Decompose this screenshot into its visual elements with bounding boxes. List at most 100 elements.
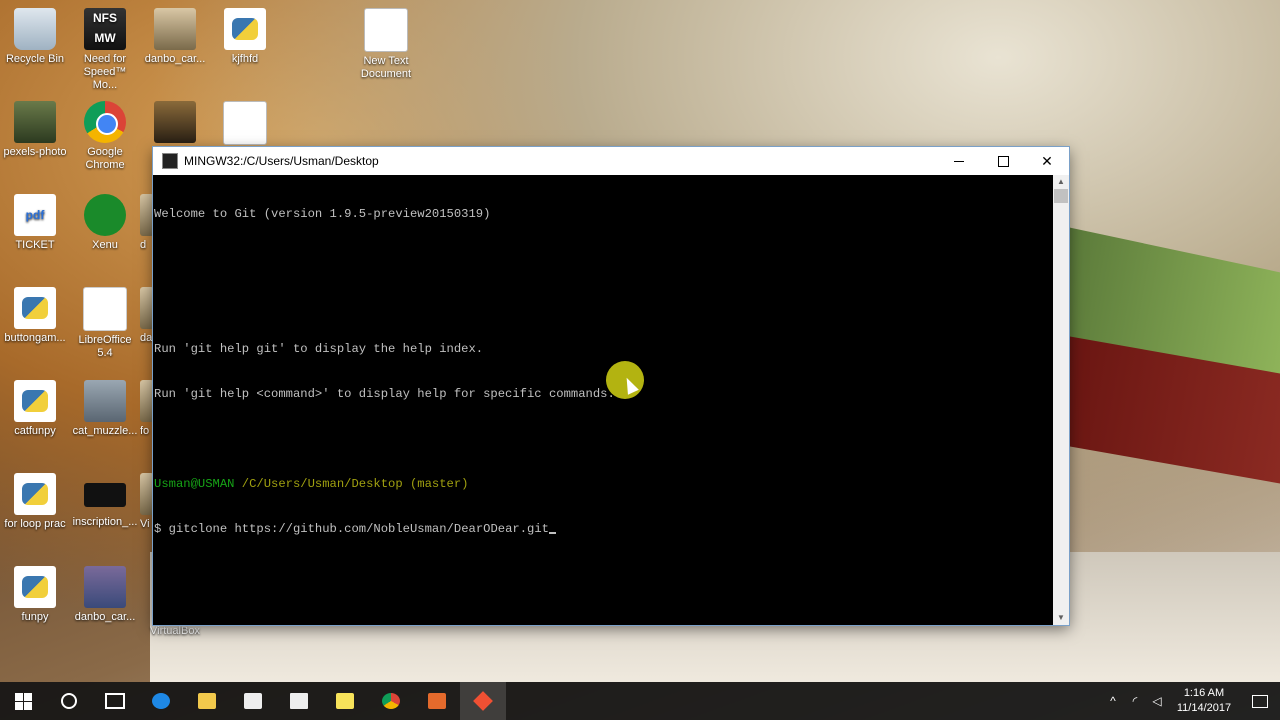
desktop-icon-label: inscription_... — [72, 516, 138, 528]
close-button[interactable]: ✕ — [1025, 147, 1069, 175]
image-file-icon — [84, 380, 126, 422]
search-icon — [61, 693, 77, 709]
file-icon — [140, 287, 154, 329]
desktop-icon-label: pexels-photo — [3, 146, 67, 158]
desktop-icon-catfunpy[interactable]: catfunpy — [0, 380, 70, 438]
image-file-icon — [14, 101, 56, 143]
terminal-line: Run 'git help git' to display the help i… — [154, 342, 484, 356]
window-titlebar[interactable]: MINGW32:/C/Users/Usman/Desktop ✕ — [153, 147, 1069, 175]
terminal-line: Welcome to Git (version 1.9.5-preview201… — [154, 207, 491, 221]
volume-icon[interactable]: ◁ — [1146, 694, 1168, 708]
python-file-icon — [14, 380, 56, 422]
maximize-button[interactable] — [981, 147, 1025, 175]
chrome-icon — [382, 693, 400, 709]
desktop-icon-label: Need for Speed™ Mo... — [83, 53, 127, 91]
taskbar-file-explorer[interactable] — [184, 682, 230, 720]
taskbar-git-bash[interactable] — [460, 682, 506, 720]
scroll-down-icon[interactable]: ▼ — [1053, 611, 1069, 625]
taskbar-virtualbox[interactable] — [414, 682, 460, 720]
terminal-line: Run 'git help <command>' to display help… — [154, 387, 615, 401]
clock-date: 11/14/2017 — [1176, 702, 1232, 714]
desktop-icon-libreoffice[interactable]: LibreOffice 5.4 — [70, 287, 140, 360]
desktop-icon-label: New Text Document — [360, 55, 412, 80]
desktop-icon-buttongame[interactable]: buttongam... — [0, 287, 70, 345]
maximize-icon — [997, 155, 1009, 167]
search-button[interactable] — [46, 682, 92, 720]
desktop-icon-ticket[interactable]: pdf TICKET — [0, 194, 70, 252]
desktop-icon-danbo-2[interactable]: danbo_car... — [70, 566, 140, 624]
file-icon — [140, 194, 154, 236]
file-explorer-icon — [198, 693, 216, 709]
desktop-icon-blank-file[interactable] — [210, 101, 280, 148]
notification-icon — [1252, 694, 1268, 708]
file-icon — [223, 101, 267, 145]
wifi-icon[interactable]: ◜ — [1124, 694, 1146, 708]
mingw-terminal-icon — [162, 153, 178, 169]
store-icon — [244, 693, 262, 709]
pdf-icon: pdf — [14, 194, 56, 236]
desktop-icon-funpy[interactable]: funpy — [0, 566, 70, 624]
desktop-icon-cat-muzzle[interactable]: cat_muzzle... — [70, 380, 140, 438]
clock[interactable]: 1:16 AM 11/14/2017 — [1168, 686, 1240, 716]
task-view-button[interactable] — [92, 682, 138, 720]
terminal-prompt: Usman@USMAN /C/Users/Usman/Desktop (mast… — [154, 477, 1053, 492]
desktop-icon-vi[interactable]: Vi — [140, 473, 154, 531]
desktop-icon-da[interactable]: da — [140, 287, 154, 345]
scroll-up-icon[interactable]: ▲ — [1053, 175, 1069, 189]
desktop-icon-label: funpy — [21, 611, 49, 623]
desktop-icon-label: da — [140, 332, 153, 344]
desktop-icon-label: danbo_car... — [144, 53, 206, 65]
taskbar-store[interactable] — [230, 682, 276, 720]
desktop-icon-label: fo — [140, 425, 150, 437]
taskbar: ^ ◜ ◁ 1:16 AM 11/14/2017 — [0, 682, 1280, 720]
desktop-icon-label: Recycle Bin — [5, 53, 65, 65]
prompt-branch: (master) — [402, 477, 469, 491]
start-button[interactable] — [0, 682, 46, 720]
taskbar-sticky-notes[interactable] — [322, 682, 368, 720]
desktop-icon-kjfhfd[interactable]: kjfhfd — [210, 8, 280, 66]
desktop-icon-pexels-photo[interactable]: pexels-photo — [0, 101, 70, 159]
desktop-icon-danbo-1[interactable]: danbo_car... — [140, 8, 210, 66]
scrollbar-thumb[interactable] — [1054, 189, 1068, 203]
chrome-icon — [84, 101, 126, 143]
chevron-up-icon[interactable]: ^ — [1102, 694, 1124, 708]
desktop-icon-label: Xenu — [92, 239, 118, 251]
mail-icon — [290, 693, 308, 709]
image-file-icon — [154, 8, 196, 50]
terminal-command-line[interactable]: $ gitclone https://github.com/NobleUsman… — [154, 522, 1053, 537]
vertical-scrollbar[interactable]: ▲ ▼ — [1053, 175, 1069, 625]
desktop-icon-recycle-bin[interactable]: Recycle Bin — [0, 8, 70, 66]
desktop-icon-label: LibreOffice 5.4 — [78, 334, 132, 359]
desktop-icon-new-text-document[interactable]: New Text Document — [351, 8, 421, 81]
desktop-icon-label: cat_muzzle... — [72, 425, 138, 437]
desktop-icon-need-for-speed[interactable]: NFS MW Need for Speed™ Mo... — [70, 8, 140, 92]
minimize-button[interactable] — [937, 147, 981, 175]
terminal-output[interactable]: Welcome to Git (version 1.9.5-preview201… — [153, 175, 1053, 625]
desktop-icon-label: d — [140, 239, 147, 251]
desktop-icon-d[interactable]: d — [140, 194, 154, 252]
desktop-icon-label: catfunpy — [14, 425, 56, 437]
desktop-icon-label: VirtualBox — [150, 625, 200, 637]
action-center-button[interactable] — [1240, 694, 1280, 708]
desktop-icon-label: Vi — [140, 518, 150, 530]
task-view-icon — [105, 693, 125, 709]
desktop-icon-label: TICKET — [15, 239, 55, 251]
desktop-icon-fo[interactable]: fo — [140, 380, 154, 438]
taskbar-chrome[interactable] — [368, 682, 414, 720]
desktop-icon-label: for loop prac — [4, 518, 66, 530]
git-bash-icon — [473, 691, 493, 711]
text-document-icon — [364, 8, 408, 52]
desktop-icon-label: Google Chrome — [85, 146, 125, 171]
file-icon — [140, 380, 154, 422]
desktop-icon-xenu[interactable]: Xenu — [70, 194, 140, 252]
prompt-symbol: $ — [154, 522, 169, 536]
desktop-icon-virtualbox[interactable]: VirtualBox — [140, 625, 230, 638]
taskbar-mail[interactable] — [276, 682, 322, 720]
taskbar-edge[interactable] — [138, 682, 184, 720]
desktop-icon-for-loop-prac[interactable]: for loop prac — [0, 473, 70, 531]
desktop-icon-inscription[interactable]: inscription_... — [70, 473, 140, 529]
desktop-icon-google-chrome[interactable]: Google Chrome — [70, 101, 140, 172]
python-file-icon — [14, 473, 56, 515]
